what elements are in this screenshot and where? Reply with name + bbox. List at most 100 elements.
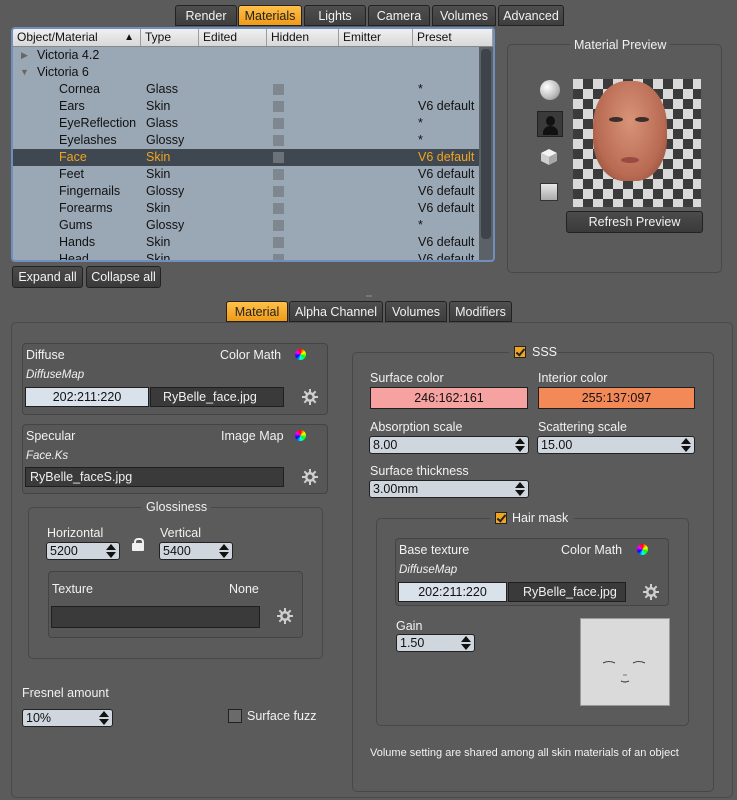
tab-render[interactable]: Render (175, 5, 237, 26)
splitter-handle[interactable] (366, 295, 372, 297)
base-texture-file-name: RyBelle_face.jpg (523, 585, 617, 599)
diffuse-color-value[interactable]: 202:211:220 (25, 387, 149, 407)
tab-volumes-sub[interactable]: Volumes (385, 301, 447, 322)
material-type: Skin (146, 252, 171, 262)
table-row[interactable]: Forearms Skin V6 default (13, 200, 479, 217)
expand-arrow-icon[interactable]: ▶ (21, 47, 28, 64)
hidden-checkbox[interactable] (273, 84, 284, 95)
expand-all-button[interactable]: Expand all (12, 266, 83, 288)
col-type[interactable]: Type (141, 29, 199, 46)
col-emitter[interactable]: Emitter (339, 29, 413, 46)
table-scrollbar[interactable] (479, 47, 493, 260)
material-preset: * (418, 116, 423, 130)
interior-color-label: Interior color (538, 371, 608, 385)
horizontal-stepper[interactable]: 5200 (46, 542, 120, 560)
sphere-icon[interactable] (540, 80, 560, 100)
collapse-arrow-icon[interactable]: ▼ (20, 64, 29, 81)
table-row[interactable]: Head Skin V6 default (13, 251, 479, 262)
material-preset: V6 default (418, 167, 475, 181)
surface-thickness-stepper[interactable]: 3.00mm (369, 480, 529, 498)
gear-icon[interactable] (302, 389, 318, 405)
tab-camera[interactable]: Camera (368, 5, 430, 26)
gear-icon[interactable] (302, 469, 318, 485)
material-preset: V6 default (418, 184, 475, 198)
col-preset[interactable]: Preset (413, 29, 493, 46)
table-row[interactable]: Feet Skin V6 default (13, 166, 479, 183)
hidden-checkbox[interactable] (273, 254, 284, 260)
col-edited[interactable]: Edited (199, 29, 267, 46)
col-object-material[interactable]: Object/Material ▲ (13, 29, 141, 46)
interior-color-swatch[interactable]: 255:137:097 (538, 387, 695, 409)
specular-mode[interactable]: Image Map (221, 429, 284, 443)
base-texture-color-value[interactable]: 202:211:220 (398, 582, 507, 602)
fresnel-stepper[interactable]: 10% (22, 709, 113, 727)
volume-note: Volume setting are shared among all skin… (370, 747, 679, 759)
preview-image (573, 79, 701, 207)
base-texture-mode[interactable]: Color Math (561, 543, 622, 557)
material-name: Eyelashes (59, 133, 117, 147)
color-wheel-icon[interactable] (637, 544, 648, 555)
material-name: Feet (59, 167, 85, 181)
table-row[interactable]: Fingernails Glossy V6 default (13, 183, 479, 200)
color-wheel-icon[interactable] (295, 349, 306, 360)
hidden-checkbox[interactable] (273, 118, 284, 129)
tab-material[interactable]: Material (226, 301, 288, 322)
head-icon[interactable] (537, 111, 563, 137)
hidden-checkbox[interactable] (273, 203, 284, 214)
absorption-scale-stepper[interactable]: 8.00 (369, 436, 529, 454)
table-row[interactable]: Gums Glossy * (13, 217, 479, 234)
color-wheel-icon[interactable] (295, 430, 306, 441)
gear-icon[interactable] (277, 608, 293, 624)
material-type: Skin (146, 150, 171, 164)
diffuse-mode[interactable]: Color Math (220, 348, 281, 362)
material-table[interactable]: Object/Material ▲ Type Edited Hidden Emit… (11, 27, 495, 262)
plane-icon[interactable] (540, 183, 558, 201)
tab-modifiers[interactable]: Modifiers (449, 301, 512, 322)
vertical-stepper[interactable]: 5400 (159, 542, 233, 560)
group-row[interactable]: ▼ Victoria 6 (13, 64, 479, 81)
hair-mask-texture-thumbnail (580, 618, 670, 706)
specular-file-field[interactable]: RyBelle_faceS.jpg (25, 467, 284, 487)
tab-volumes[interactable]: Volumes (432, 5, 496, 26)
table-row[interactable]: Eyelashes Glossy * (13, 132, 479, 149)
group-row[interactable]: ▶ Victoria 4.2 (13, 47, 479, 64)
gear-icon[interactable] (643, 584, 659, 600)
lock-icon[interactable] (131, 538, 145, 551)
base-texture-file-field[interactable]: RyBelle_face.jpg (508, 582, 626, 602)
specular-map-name: Face.Ks (26, 450, 69, 462)
surface-color-swatch[interactable]: 246:162:161 (370, 387, 528, 409)
table-row[interactable]: EyeReflection Glass * (13, 115, 479, 132)
surface-fuzz-checkbox[interactable] (228, 709, 242, 723)
col-hidden[interactable]: Hidden (267, 29, 339, 46)
collapse-all-button[interactable]: Collapse all (86, 266, 161, 288)
surface-thickness-label: Surface thickness (370, 464, 469, 478)
tab-materials[interactable]: Materials (238, 5, 302, 26)
table-row[interactable]: Face Skin V6 default (13, 149, 479, 166)
tab-lights[interactable]: Lights (304, 5, 366, 26)
refresh-preview-button[interactable]: Refresh Preview (566, 211, 703, 233)
scattering-scale-label: Scattering scale (538, 420, 627, 434)
gain-stepper[interactable]: 1.50 (396, 634, 475, 652)
hidden-checkbox[interactable] (273, 101, 284, 112)
cube-icon[interactable] (540, 148, 558, 166)
material-type: Glass (146, 82, 178, 96)
tab-alpha-channel[interactable]: Alpha Channel (289, 301, 383, 322)
hidden-checkbox[interactable] (273, 220, 284, 231)
tab-advanced[interactable]: Advanced (498, 5, 564, 26)
diffuse-label: Diffuse (26, 348, 65, 362)
hair-mask-checkbox[interactable] (495, 512, 507, 524)
base-texture-map-name: DiffuseMap (399, 564, 458, 576)
scattering-scale-stepper[interactable]: 15.00 (537, 436, 695, 454)
gloss-texture-field[interactable] (51, 606, 260, 628)
hidden-checkbox[interactable] (273, 152, 284, 163)
table-row[interactable]: Ears Skin V6 default (13, 98, 479, 115)
diffuse-file-field[interactable]: RyBelle_face.jpg (150, 387, 284, 407)
hidden-checkbox[interactable] (273, 186, 284, 197)
table-row[interactable]: Hands Skin V6 default (13, 234, 479, 251)
scrollbar-thumb[interactable] (481, 49, 491, 239)
table-row[interactable]: Cornea Glass * (13, 81, 479, 98)
sss-checkbox[interactable] (514, 346, 526, 358)
hidden-checkbox[interactable] (273, 237, 284, 248)
hidden-checkbox[interactable] (273, 135, 284, 146)
hidden-checkbox[interactable] (273, 169, 284, 180)
